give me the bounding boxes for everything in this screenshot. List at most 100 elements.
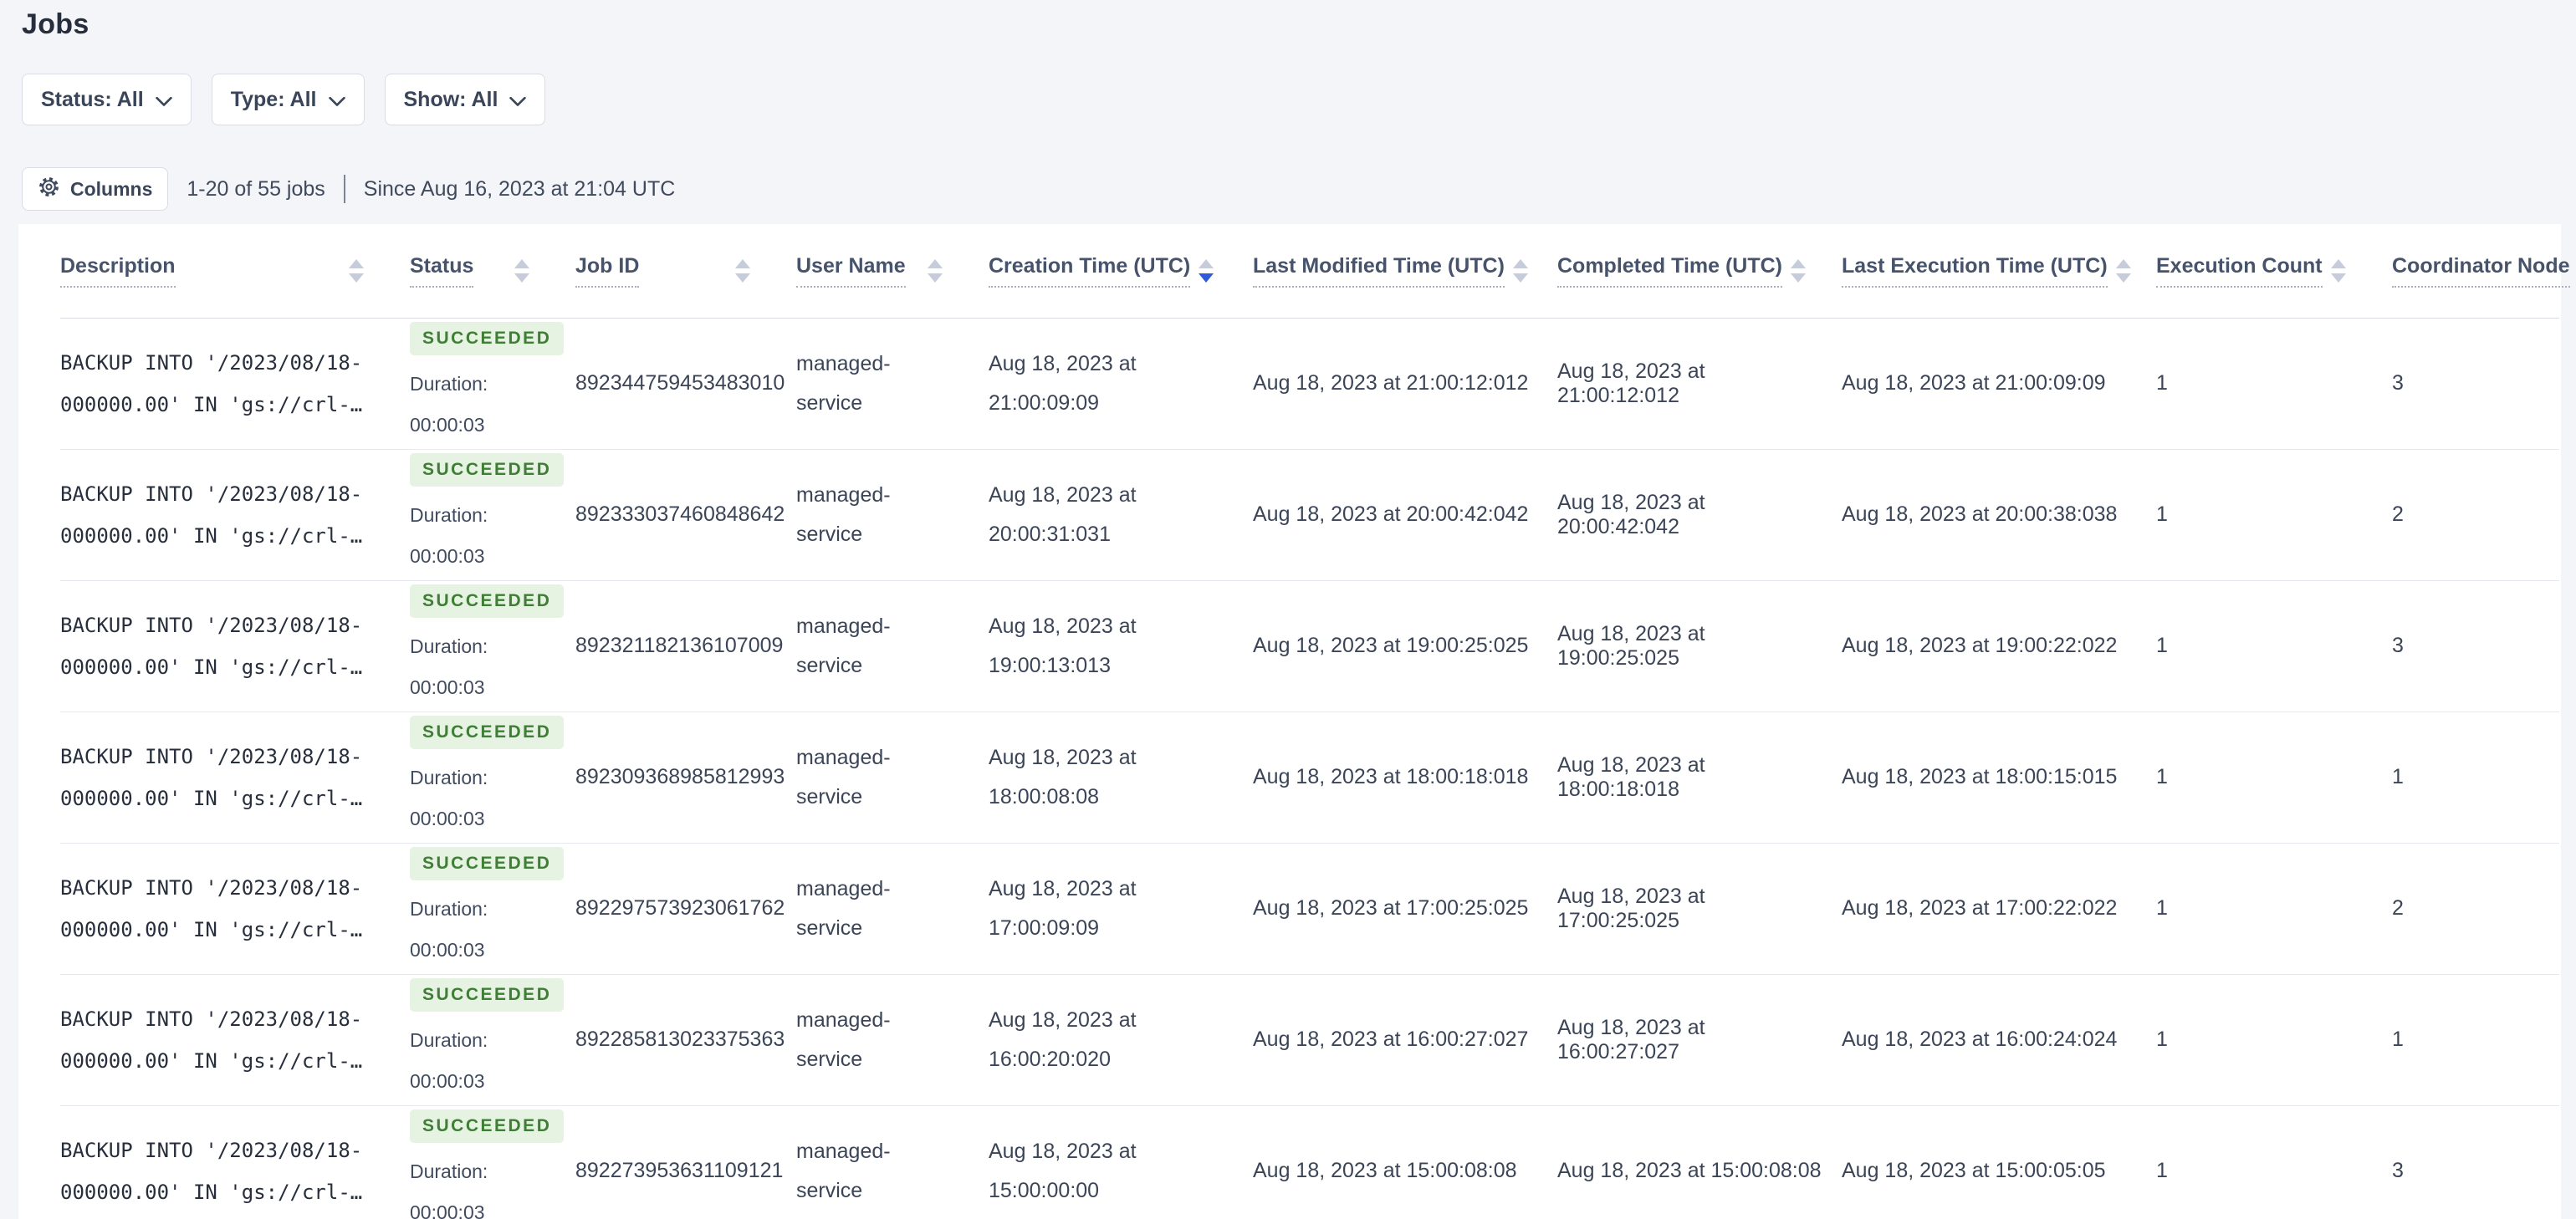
sort-ascending-icon bbox=[2331, 258, 2346, 268]
cell-user-name: managed- service bbox=[796, 745, 891, 808]
cell-execution-count: 1 bbox=[2156, 502, 2168, 526]
duration-value: 00:00:03 bbox=[410, 544, 485, 567]
duration-label: Duration: bbox=[410, 503, 488, 526]
duration-label: Duration: bbox=[410, 1160, 488, 1182]
cell-description: BACKUP INTO '/2023/08/18- 000000.00' IN … bbox=[60, 350, 363, 416]
duration-value: 00:00:03 bbox=[410, 676, 485, 698]
sort-icons bbox=[514, 258, 529, 283]
cell-last-modified-time: Aug 18, 2023 at 16:00:27:027 bbox=[1253, 1028, 1529, 1051]
table-row[interactable]: BACKUP INTO '/2023/08/18- 000000.00' IN … bbox=[60, 712, 2559, 843]
cell-description: BACKUP INTO '/2023/08/18- 000000.00' IN … bbox=[60, 613, 363, 679]
cell-creation-time: Aug 18, 2023 at 19:00:13:013 bbox=[989, 614, 1137, 677]
sort-descending-icon bbox=[514, 273, 529, 283]
filter-show-dropdown[interactable]: Show: All bbox=[384, 74, 546, 125]
sort-icons bbox=[1791, 258, 1806, 283]
cell-status: SUCCEEDED Duration: 00:00:03 bbox=[410, 449, 575, 580]
sort-descending-icon bbox=[928, 273, 943, 283]
sort-icons bbox=[1512, 258, 1528, 283]
page-title: Jobs bbox=[22, 8, 89, 40]
cell-last-execution-time: Aug 18, 2023 at 17:00:22:022 bbox=[1842, 896, 2118, 920]
sort-icons bbox=[349, 258, 364, 283]
status-badge: SUCCEEDED bbox=[410, 452, 565, 487]
toolbar-divider bbox=[343, 175, 345, 203]
cell-completed-time: Aug 18, 2023 at 16:00:27:027 bbox=[1557, 1015, 1705, 1063]
cell-coordinator-node: 2 bbox=[2392, 502, 2404, 526]
column-header-user-name[interactable]: User Name bbox=[796, 224, 989, 319]
cell-job-id: 892309368985812993 bbox=[575, 765, 785, 788]
status-badge: SUCCEEDED bbox=[410, 977, 565, 1012]
table-row[interactable]: BACKUP INTO '/2023/08/18- 000000.00' IN … bbox=[60, 1105, 2559, 1219]
duration-value: 00:00:03 bbox=[410, 413, 485, 436]
cell-last-modified-time: Aug 18, 2023 at 20:00:42:042 bbox=[1253, 502, 1529, 526]
columns-button-label: Columns bbox=[70, 177, 153, 200]
jobs-count-text: 1-20 of 55 jobs bbox=[187, 176, 325, 201]
sort-ascending-icon bbox=[735, 258, 750, 268]
column-header-coordinator-node[interactable]: Coordinator Node bbox=[2392, 224, 2570, 319]
duration-label: Duration: bbox=[410, 897, 488, 920]
status-badge: SUCCEEDED bbox=[410, 715, 565, 749]
column-header-completed-time-utc[interactable]: Completed Time (UTC) bbox=[1557, 224, 1842, 319]
jobs-page: Jobs Status: All Type: All Show: All Col… bbox=[0, 0, 2576, 1219]
cell-user-name: managed- service bbox=[796, 1007, 891, 1071]
cell-coordinator-node: 3 bbox=[2392, 634, 2404, 657]
column-header-execution-count[interactable]: Execution Count bbox=[2156, 224, 2392, 319]
column-header-description[interactable]: Description bbox=[60, 224, 410, 319]
sort-descending-icon bbox=[1199, 273, 1214, 283]
status-badge: SUCCEEDED bbox=[410, 584, 565, 618]
cell-last-modified-time: Aug 18, 2023 at 18:00:18:018 bbox=[1253, 765, 1529, 788]
cell-completed-time: Aug 18, 2023 at 18:00:18:018 bbox=[1557, 752, 1705, 801]
table-row[interactable]: BACKUP INTO '/2023/08/18- 000000.00' IN … bbox=[60, 318, 2559, 449]
cell-job-id: 892321182136107009 bbox=[575, 634, 784, 657]
table-row[interactable]: BACKUP INTO '/2023/08/18- 000000.00' IN … bbox=[60, 449, 2559, 580]
column-header-status[interactable]: Status bbox=[410, 224, 575, 319]
cell-status: SUCCEEDED Duration: 00:00:03 bbox=[410, 1105, 575, 1219]
cell-description: BACKUP INTO '/2023/08/18- 000000.00' IN … bbox=[60, 1007, 363, 1073]
cell-job-id: 892273953631109121 bbox=[575, 1159, 784, 1182]
cell-last-modified-time: Aug 18, 2023 at 19:00:25:025 bbox=[1253, 634, 1529, 657]
sort-ascending-icon bbox=[1512, 258, 1528, 268]
filters-bar: Status: All Type: All Show: All bbox=[22, 74, 546, 125]
status-badge: SUCCEEDED bbox=[410, 321, 565, 355]
cell-completed-time: Aug 18, 2023 at 17:00:25:025 bbox=[1557, 884, 1705, 932]
table-row[interactable]: BACKUP INTO '/2023/08/18- 000000.00' IN … bbox=[60, 843, 2559, 974]
cell-coordinator-node: 3 bbox=[2392, 1159, 2404, 1182]
table-row[interactable]: BACKUP INTO '/2023/08/18- 000000.00' IN … bbox=[60, 974, 2559, 1105]
sort-descending-icon bbox=[2115, 273, 2131, 283]
cell-creation-time: Aug 18, 2023 at 20:00:31:031 bbox=[989, 482, 1137, 546]
cell-status: SUCCEEDED Duration: 00:00:03 bbox=[410, 843, 575, 974]
column-header-job-id[interactable]: Job ID bbox=[575, 224, 796, 319]
status-badge: SUCCEEDED bbox=[410, 846, 565, 880]
columns-button[interactable]: Columns bbox=[22, 167, 169, 211]
cell-coordinator-node: 1 bbox=[2392, 1028, 2404, 1051]
chevron-down-icon bbox=[328, 89, 345, 113]
status-badge: SUCCEEDED bbox=[410, 1109, 565, 1143]
jobs-table: Description Status Job ID User Name Crea… bbox=[60, 224, 2570, 1219]
filter-type-dropdown[interactable]: Type: All bbox=[211, 74, 365, 125]
sort-ascending-icon bbox=[2115, 258, 2131, 268]
cell-description: BACKUP INTO '/2023/08/18- 000000.00' IN … bbox=[60, 744, 363, 810]
cell-last-modified-time: Aug 18, 2023 at 17:00:25:025 bbox=[1253, 896, 1529, 920]
cell-last-execution-time: Aug 18, 2023 at 21:00:09:09 bbox=[1842, 371, 2106, 395]
column-header-last-modified-time-utc[interactable]: Last Modified Time (UTC) bbox=[1253, 224, 1557, 319]
cell-creation-time: Aug 18, 2023 at 15:00:00:00 bbox=[989, 1139, 1137, 1202]
cell-status: SUCCEEDED Duration: 00:00:03 bbox=[410, 974, 575, 1105]
sort-descending-icon bbox=[1512, 273, 1528, 283]
table-row[interactable]: BACKUP INTO '/2023/08/18- 000000.00' IN … bbox=[60, 580, 2559, 712]
column-header-creation-time-utc[interactable]: Creation Time (UTC) bbox=[989, 224, 1253, 319]
cell-execution-count: 1 bbox=[2156, 1159, 2168, 1182]
cell-job-id: 892285813023375363 bbox=[575, 1028, 785, 1051]
duration-label: Duration: bbox=[410, 635, 488, 657]
sort-icons bbox=[928, 258, 943, 283]
chevron-down-icon bbox=[509, 89, 527, 113]
cell-completed-time: Aug 18, 2023 at 19:00:25:025 bbox=[1557, 621, 1705, 670]
column-header-last-execution-time-utc[interactable]: Last Execution Time (UTC) bbox=[1842, 224, 2156, 319]
cell-status: SUCCEEDED Duration: 00:00:03 bbox=[410, 580, 575, 712]
jobs-table-card: Description Status Job ID User Name Crea… bbox=[18, 224, 2570, 1219]
since-text: Since Aug 16, 2023 at 21:04 UTC bbox=[363, 176, 676, 201]
cell-user-name: managed- service bbox=[796, 482, 891, 546]
cell-job-id: 892333037460848642 bbox=[575, 502, 785, 526]
duration-value: 00:00:03 bbox=[410, 1069, 485, 1092]
filter-status-dropdown[interactable]: Status: All bbox=[22, 74, 192, 125]
cell-user-name: managed- service bbox=[796, 614, 891, 677]
sort-ascending-icon bbox=[928, 258, 943, 268]
